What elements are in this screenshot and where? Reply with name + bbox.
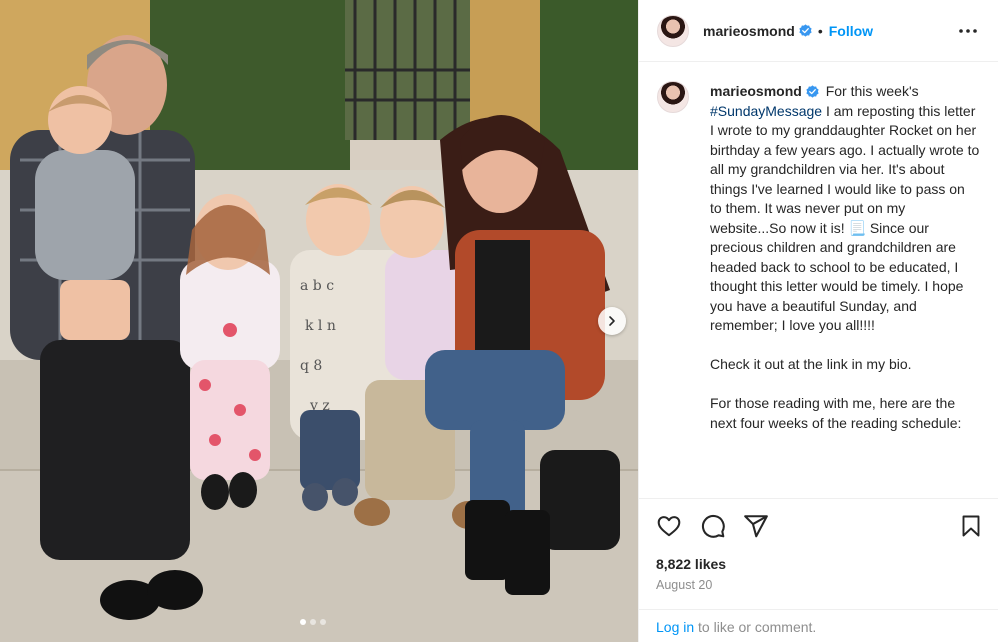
svg-text:a b c: a b c [300,278,334,294]
post-actions [639,498,998,554]
caption-link-note: Check it out at the link in my bio. [710,356,912,372]
caption-scroll-area[interactable]: marieosmond For this week's #SundayMessa… [639,63,998,495]
post-caption: marieosmond For this week's #SundayMessa… [710,82,980,433]
follow-button[interactable]: Follow [829,23,873,39]
carousel-dot [310,619,316,625]
caption-intro: For this week's [825,83,919,99]
carousel-dot [320,619,326,625]
caption-avatar[interactable] [657,81,689,113]
header-separator: • [817,22,823,39]
verified-badge-icon [806,85,819,98]
login-prompt-text: to like or comment. [694,619,817,635]
post-photo[interactable]: a b ck l nq 8y z [0,0,638,642]
post-side-panel: marieosmond • Follow marieosmond For thi… [638,0,998,642]
carousel-dot [300,619,306,625]
login-link[interactable]: Log in [656,619,694,635]
login-prompt: Log in to like or comment. [639,609,998,642]
family-photo-image: a b ck l nq 8y z [0,0,638,642]
comment-icon[interactable] [700,513,726,539]
avatar[interactable] [657,14,689,47]
caption-body: I am reposting this letter I wrote to my… [710,102,980,334]
bookmark-icon[interactable] [959,513,983,539]
verified-badge-icon [799,24,812,37]
caption-reading-schedule: For those reading with me, here are the … [710,395,962,431]
caption-username[interactable]: marieosmond [710,83,802,99]
svg-text:k l n: k l n [305,318,336,334]
heart-icon[interactable] [656,513,682,539]
hashtag-link[interactable]: #SundayMessage [710,103,822,119]
more-options-icon[interactable] [957,20,979,42]
post-date: August 20 [656,578,713,592]
post-header: marieosmond • Follow [639,0,998,62]
chevron-right-icon [609,316,615,326]
svg-text:q 8: q 8 [300,358,322,374]
header-username[interactable]: marieosmond [703,23,795,39]
share-icon[interactable] [743,513,769,539]
likes-count[interactable]: 8,822 likes [656,556,726,572]
carousel-next-button[interactable] [598,307,626,335]
carousel-indicator [300,619,326,625]
